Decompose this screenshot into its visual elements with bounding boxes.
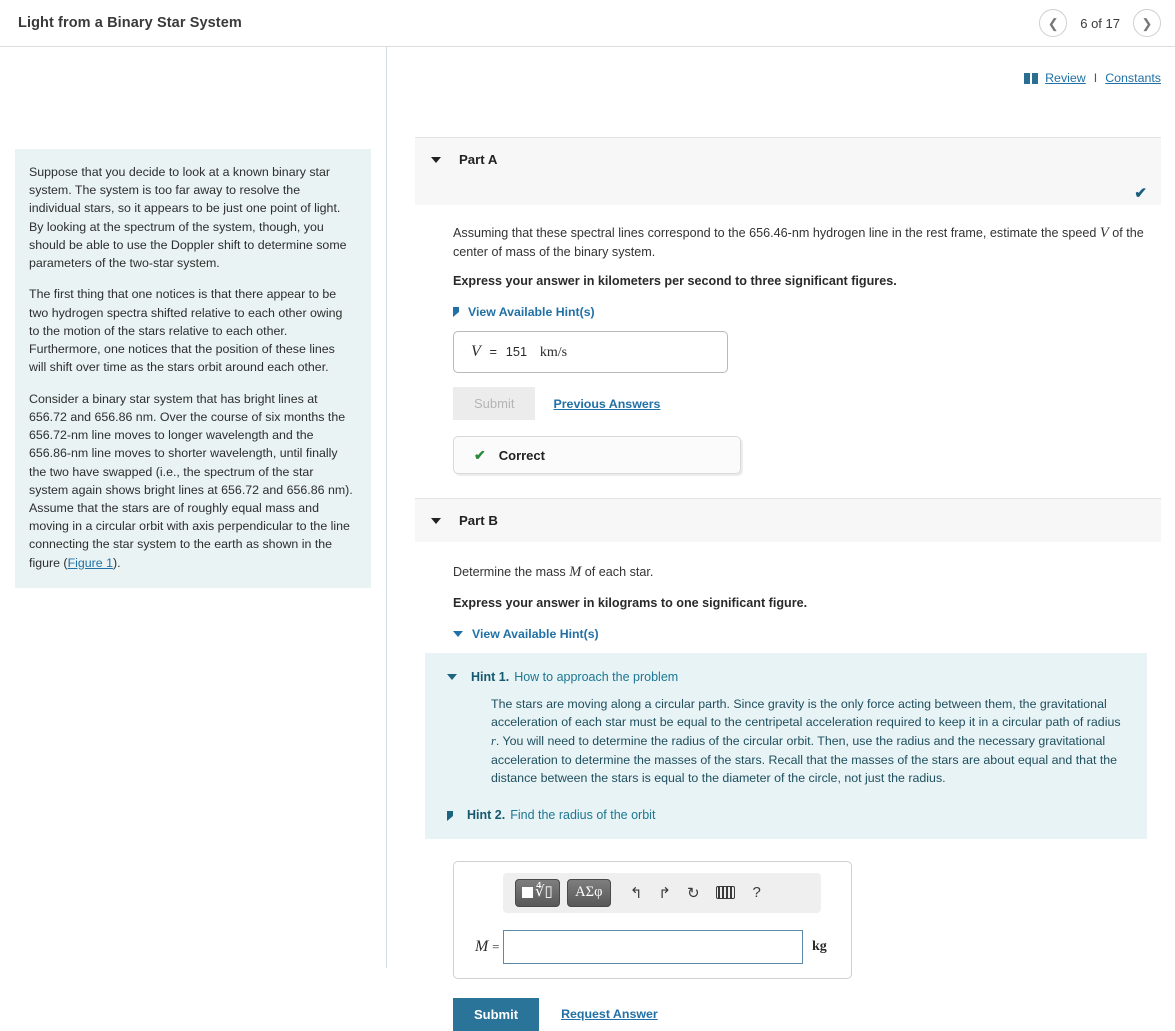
book-icon bbox=[1024, 72, 1039, 84]
part-a-answer-equals: = bbox=[489, 344, 498, 360]
part-a-answer-value: 151 bbox=[505, 344, 528, 360]
caret-right-icon bbox=[447, 810, 453, 821]
hint-1-body-part2: . You will need to determine the radius … bbox=[491, 734, 1118, 786]
constants-link[interactable]: Constants bbox=[1105, 71, 1161, 85]
part-a-hints-toggle[interactable]: View Available Hint(s) bbox=[453, 305, 1161, 319]
check-icon: ✔ bbox=[474, 446, 486, 463]
part-b-body: Determine the mass M of each star. Expre… bbox=[415, 542, 1161, 641]
statement-paragraph-1: Suppose that you decide to look at a kno… bbox=[29, 165, 347, 271]
statement-paragraph-3-text: Consider a binary star system that has b… bbox=[29, 391, 353, 570]
hint-1-body: The stars are moving along a circular pa… bbox=[491, 695, 1125, 788]
part-b-question-variable: M bbox=[569, 564, 582, 581]
part-b-question-tail: of each star. bbox=[581, 565, 654, 580]
part-b-submit-button[interactable]: Submit bbox=[453, 997, 540, 1031]
nth-root-icon: ∜▯ bbox=[535, 884, 553, 901]
part-b-answer-area: ∜▯ ΑΣφ ↰ ↱ ↻ ? M = kg Submit Request Ans… bbox=[415, 860, 1161, 1031]
part-b-entry-variable: M bbox=[475, 937, 489, 955]
chevron-left-icon: ❮ bbox=[1047, 15, 1059, 31]
part-b-actions: Submit Request Answer bbox=[453, 997, 1161, 1031]
part-a: Part A ✔ Assuming that these spectral li… bbox=[415, 137, 1161, 475]
greek-symbols-button[interactable]: ΑΣφ bbox=[566, 878, 611, 907]
part-b-instruction: Express your answer in kilograms to one … bbox=[453, 595, 808, 610]
figure-1-link[interactable]: Figure 1 bbox=[68, 556, 113, 570]
part-a-header[interactable]: Part A bbox=[415, 137, 1161, 181]
check-icon: ✔ bbox=[1134, 185, 1147, 202]
part-a-actions: Submit Previous Answers bbox=[453, 387, 1161, 421]
part-a-result: ✔ Correct bbox=[453, 436, 741, 475]
page-indicator: 6 of 17 bbox=[1080, 15, 1120, 31]
part-b: Part B Determine the mass M of each star… bbox=[415, 498, 1161, 1031]
redo-arrow-icon[interactable]: ↱ bbox=[658, 884, 671, 902]
link-separator: I bbox=[1093, 71, 1098, 85]
part-a-question: Assuming that these spectral lines corre… bbox=[453, 223, 1161, 261]
pagination: ❮ 6 of 17 ❯ bbox=[1039, 9, 1161, 37]
part-b-entry-label: M = bbox=[466, 938, 503, 956]
request-answer-link[interactable]: Request Answer bbox=[561, 1007, 658, 1021]
problem-statement: Suppose that you decide to look at a kno… bbox=[15, 149, 371, 588]
review-link[interactable]: Review bbox=[1045, 71, 1086, 85]
caret-down-icon[interactable] bbox=[431, 156, 441, 163]
question-mark-icon[interactable]: ? bbox=[753, 884, 761, 901]
part-a-answer-unit: km/s bbox=[539, 345, 568, 361]
part-a-submit-button[interactable]: Submit bbox=[453, 387, 536, 421]
chevron-right-icon: ❯ bbox=[1141, 15, 1153, 31]
part-a-status: ✔ bbox=[415, 181, 1161, 205]
part-b-hints-panel: Hint 1. How to approach the problem The s… bbox=[425, 652, 1147, 839]
hint-2-number: Hint 2. bbox=[467, 807, 506, 822]
part-b-hints-toggle-label: View Available Hint(s) bbox=[472, 626, 599, 641]
square-glyph-icon bbox=[522, 887, 533, 899]
keyboard-icon[interactable] bbox=[715, 886, 735, 900]
caret-down-icon bbox=[447, 673, 457, 680]
previous-page-button[interactable]: ❮ bbox=[1039, 9, 1068, 37]
part-a-answer-variable: V bbox=[471, 343, 481, 361]
part-a-question-variable: V bbox=[1099, 225, 1109, 241]
hint-2-header[interactable]: Hint 2. Find the radius of the orbit bbox=[447, 808, 1125, 822]
part-a-title: Part A bbox=[459, 152, 498, 167]
statement-paragraph-2: The first thing that one notices is that… bbox=[29, 287, 343, 375]
hint-1-number: Hint 1. bbox=[471, 669, 510, 684]
greek-symbols-label: ΑΣφ bbox=[575, 884, 603, 901]
caret-down-icon[interactable] bbox=[431, 517, 441, 524]
part-b-entry-equals: = bbox=[492, 938, 500, 954]
hint-2-name: Find the radius of the orbit bbox=[510, 807, 656, 822]
caret-right-icon bbox=[453, 307, 459, 318]
previous-answers-link[interactable]: Previous Answers bbox=[553, 397, 660, 411]
part-b-title: Part B bbox=[459, 513, 498, 529]
statement-paragraph-3: Consider a binary star system that has b… bbox=[29, 390, 355, 572]
template-button[interactable]: ∜▯ bbox=[515, 878, 560, 907]
next-page-button[interactable]: ❯ bbox=[1133, 9, 1161, 37]
part-b-hints-toggle[interactable]: View Available Hint(s) bbox=[453, 627, 1161, 641]
part-b-question-text: Determine the mass bbox=[453, 565, 570, 580]
math-toolbar: ∜▯ ΑΣφ ↰ ↱ ↻ ? bbox=[503, 872, 821, 913]
part-b-answer-input[interactable] bbox=[503, 929, 803, 964]
part-a-question-text: Assuming that these spectral lines corre… bbox=[453, 226, 1100, 240]
statement-paragraph-3-tail: ). bbox=[113, 555, 121, 570]
resource-links: Review I Constants bbox=[1024, 71, 1161, 85]
part-a-instruction: Express your answer in kilometers per se… bbox=[453, 274, 897, 289]
part-b-entry-unit: kg bbox=[812, 938, 827, 954]
part-a-body: Assuming that these spectral lines corre… bbox=[415, 205, 1161, 475]
part-b-header[interactable]: Part B bbox=[415, 498, 1161, 543]
caret-down-icon bbox=[453, 630, 463, 637]
problem-statement-column: Suppose that you decide to look at a kno… bbox=[0, 47, 387, 968]
part-a-hints-toggle-label: View Available Hint(s) bbox=[468, 305, 595, 320]
hint-1-header[interactable]: Hint 1. How to approach the problem bbox=[447, 670, 1125, 684]
hint-1-body-part1: The stars are moving along a circular pa… bbox=[491, 696, 1121, 730]
top-bar: Light from a Binary Star System ❮ 6 of 1… bbox=[0, 0, 1175, 47]
math-entry-widget: ∜▯ ΑΣφ ↰ ↱ ↻ ? M = kg bbox=[453, 860, 852, 979]
answer-column: Review I Constants Part A ✔ Assuming tha… bbox=[387, 47, 1175, 1031]
math-entry-row: M = kg bbox=[466, 929, 839, 964]
part-a-result-label: Correct bbox=[498, 447, 545, 463]
part-b-question: Determine the mass M of each star. bbox=[453, 562, 1161, 583]
content-columns: Suppose that you decide to look at a kno… bbox=[0, 47, 1175, 1031]
part-a-answer-field[interactable]: V = 151 km/s bbox=[453, 331, 728, 374]
hint-1-name: How to approach the problem bbox=[514, 669, 679, 684]
page-title: Light from a Binary Star System bbox=[18, 15, 242, 31]
reset-circle-icon[interactable]: ↻ bbox=[687, 884, 700, 902]
undo-arrow-icon[interactable]: ↰ bbox=[630, 884, 643, 902]
problem-page: Light from a Binary Star System ❮ 6 of 1… bbox=[0, 0, 1175, 1031]
